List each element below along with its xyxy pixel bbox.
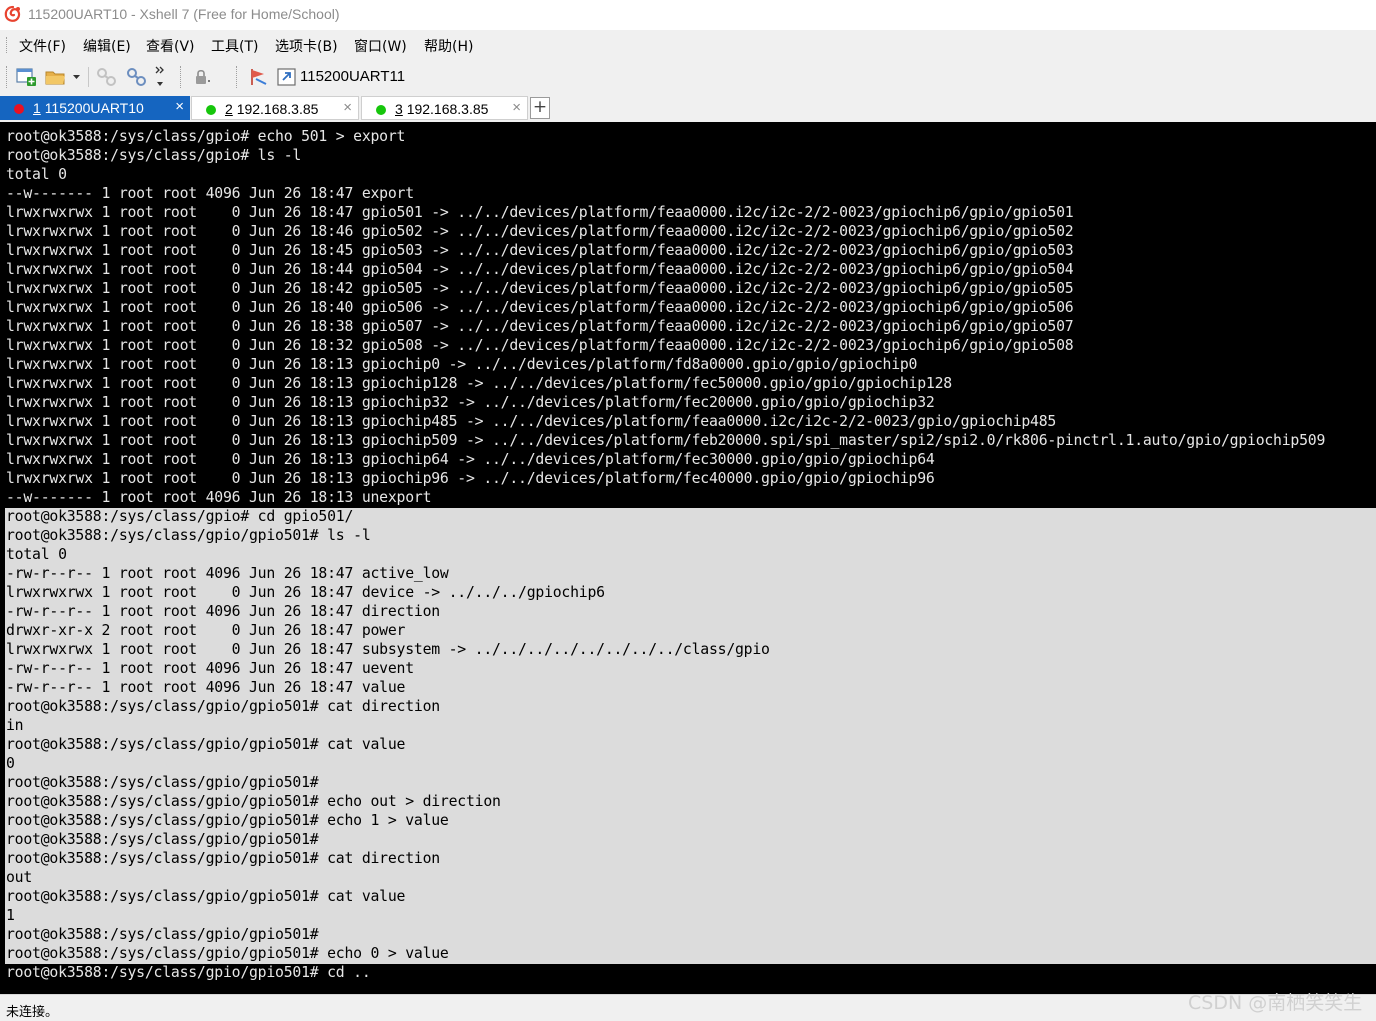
disconnect-icon[interactable] (126, 67, 148, 87)
menu-edit[interactable]: 编辑(E) (83, 36, 131, 56)
terminal-line: lrwxrwxrwx 1 root root 0 Jun 26 18:45 gp… (6, 242, 1074, 259)
terminal-line: -rw-r--r-- 1 root root 4096 Jun 26 18:47… (6, 603, 440, 620)
menu-window[interactable]: 窗口(W) (354, 36, 407, 56)
tab-number: 2 (225, 101, 233, 117)
terminal-line: root@ok3588:/sys/class/gpio/gpio501# cd … (6, 964, 371, 981)
terminal-line: lrwxrwxrwx 1 root root 0 Jun 26 18:13 gp… (6, 451, 935, 468)
tab-label: 192.168.3.85 (406, 101, 489, 117)
tab-label: 192.168.3.85 (236, 101, 319, 117)
terminal-line: root@ok3588:/sys/class/gpio# ls -l (6, 147, 302, 164)
connection-status: 未连接。 (6, 1005, 59, 1020)
terminal-line: drwxr-xr-x 2 root root 0 Jun 26 18:47 po… (6, 622, 406, 639)
terminal-line: lrwxrwxrwx 1 root root 0 Jun 26 18:47 su… (6, 641, 770, 658)
tab-number: 1 (33, 100, 41, 116)
menu-file[interactable]: 文件(F) (19, 36, 66, 56)
add-tab-button[interactable]: + (530, 97, 550, 119)
terminal-line: lrwxrwxrwx 1 root root 0 Jun 26 18:13 gp… (6, 413, 1057, 430)
menu-help[interactable]: 帮助(H) (424, 36, 473, 56)
terminal-line: lrwxrwxrwx 1 root root 0 Jun 26 18:32 gp… (6, 337, 1074, 354)
open-folder-icon[interactable] (45, 67, 67, 87)
close-icon[interactable]: × (343, 99, 352, 116)
terminal-line: --w------- 1 root root 4096 Jun 26 18:47… (6, 185, 414, 202)
tab-number: 3 (395, 101, 403, 117)
terminal-line: 1 (6, 907, 15, 924)
terminal-line: lrwxrwxrwx 1 root root 0 Jun 26 18:13 gp… (6, 432, 1326, 449)
link-shortcut-icon[interactable] (276, 67, 298, 87)
terminal-line: root@ok3588:/sys/class/gpio/gpio501# ech… (6, 812, 449, 829)
terminal-line: root@ok3588:/sys/class/gpio/gpio501# (6, 774, 319, 791)
terminal-line: --w------- 1 root root 4096 Jun 26 18:13… (6, 489, 432, 506)
terminal-line: root@ok3588:/sys/class/gpio/gpio501# ech… (6, 945, 449, 962)
terminal-line: lrwxrwxrwx 1 root root 0 Jun 26 18:13 gp… (6, 356, 918, 373)
terminal-line: lrwxrwxrwx 1 root root 0 Jun 26 18:47 gp… (6, 204, 1074, 221)
watermark: CSDN @南栖笑笑生 (1188, 992, 1363, 1014)
terminal-line: in (6, 717, 24, 734)
window-title: 115200UART10 - Xshell 7 (Free for Home/S… (28, 6, 340, 22)
terminal-line: root@ok3588:/sys/class/gpio/gpio501# cat… (6, 698, 440, 715)
status-bar: 未连接。 (0, 994, 1376, 1021)
terminal-line: total 0 (6, 166, 67, 183)
toolbar-overflow-icon[interactable] (154, 65, 166, 89)
toolbar: 115200UART11 (0, 60, 1376, 94)
terminal-line: lrwxrwxrwx 1 root root 0 Jun 26 18:46 gp… (6, 223, 1074, 240)
terminal-line: root@ok3588:/sys/class/gpio/gpio501# (6, 926, 319, 943)
tab-session-2[interactable]: 2 192.168.3.85 × (191, 96, 359, 120)
lock-icon[interactable] (191, 67, 213, 87)
close-icon[interactable]: × (175, 98, 184, 115)
terminal-line: lrwxrwxrwx 1 root root 0 Jun 26 18:13 gp… (6, 375, 952, 392)
terminal-line: lrwxrwxrwx 1 root root 0 Jun 26 18:42 gp… (6, 280, 1074, 297)
status-dot-icon (14, 104, 24, 114)
terminal-line: -rw-r--r-- 1 root root 4096 Jun 26 18:47… (6, 679, 406, 696)
xshell-logo-icon (4, 5, 21, 22)
quick-link-label[interactable]: 115200UART11 (300, 68, 405, 85)
terminal-line: root@ok3588:/sys/class/gpio/gpio501# ech… (6, 793, 501, 810)
new-session-icon[interactable] (15, 67, 37, 87)
status-dot-icon (376, 105, 386, 115)
terminal-line: root@ok3588:/sys/class/gpio/gpio501# cat… (6, 850, 440, 867)
terminal-line: lrwxrwxrwx 1 root root 0 Jun 26 18:13 gp… (6, 394, 935, 411)
terminal-line: -rw-r--r-- 1 root root 4096 Jun 26 18:47… (6, 565, 449, 582)
terminal-line: root@ok3588:/sys/class/gpio# cd gpio501/ (6, 508, 354, 525)
terminal-line: root@ok3588:/sys/class/gpio# echo 501 > … (6, 128, 406, 145)
menu-view[interactable]: 查看(V) (146, 36, 195, 56)
terminal-line: -rw-r--r-- 1 root root 4096 Jun 26 18:47… (6, 660, 414, 677)
terminal-line: lrwxrwxrwx 1 root root 0 Jun 26 18:44 gp… (6, 261, 1074, 278)
terminal-line: total 0 (6, 546, 67, 563)
connect-icon (97, 68, 116, 86)
menu-tabs[interactable]: 选项卡(B) (275, 36, 338, 56)
title-bar: 115200UART10 - Xshell 7 (Free for Home/S… (0, 0, 1376, 30)
menu-tools[interactable]: 工具(T) (211, 36, 258, 56)
terminal-line: lrwxrwxrwx 1 root root 0 Jun 26 18:13 gp… (6, 470, 935, 487)
tab-label: 115200UART10 (44, 100, 144, 116)
terminal-line: lrwxrwxrwx 1 root root 0 Jun 26 18:40 gp… (6, 299, 1074, 316)
close-icon[interactable]: × (512, 99, 521, 116)
menu-grip (6, 37, 10, 53)
tab-bar: 1 115200UART10 × 2 192.168.3.85 × 3 192.… (0, 94, 1376, 122)
tab-session-3[interactable]: 3 192.168.3.85 × (361, 96, 528, 120)
terminal-line: root@ok3588:/sys/class/gpio/gpio501# cat… (6, 888, 406, 905)
terminal-line: lrwxrwxrwx 1 root root 0 Jun 26 18:38 gp… (6, 318, 1074, 335)
terminal-line: out (6, 869, 33, 886)
terminal-line: root@ok3588:/sys/class/gpio/gpio501# ls … (6, 527, 371, 544)
menu-bar: 文件(F) 编辑(E) 查看(V) 工具(T) 选项卡(B) 窗口(W) 帮助(… (0, 30, 1376, 60)
chevron-down-icon[interactable] (72, 74, 81, 80)
status-dot-icon (206, 105, 216, 115)
bookmark-flag-icon[interactable] (248, 67, 270, 87)
toolbar-separator (88, 67, 89, 87)
toolbar-grip (236, 66, 240, 88)
tab-session-1[interactable]: 1 115200UART10 × (0, 96, 190, 120)
terminal-line: root@ok3588:/sys/class/gpio/gpio501# cat… (6, 736, 406, 753)
terminal-line: 0 (6, 755, 15, 772)
terminal-line: root@ok3588:/sys/class/gpio/gpio501# (6, 831, 319, 848)
terminal-output[interactable]: root@ok3588:/sys/class/gpio# echo 501 > … (0, 122, 1376, 994)
toolbar-grip (180, 66, 184, 88)
terminal-line: lrwxrwxrwx 1 root root 0 Jun 26 18:47 de… (6, 584, 605, 601)
toolbar-grip (6, 66, 10, 88)
